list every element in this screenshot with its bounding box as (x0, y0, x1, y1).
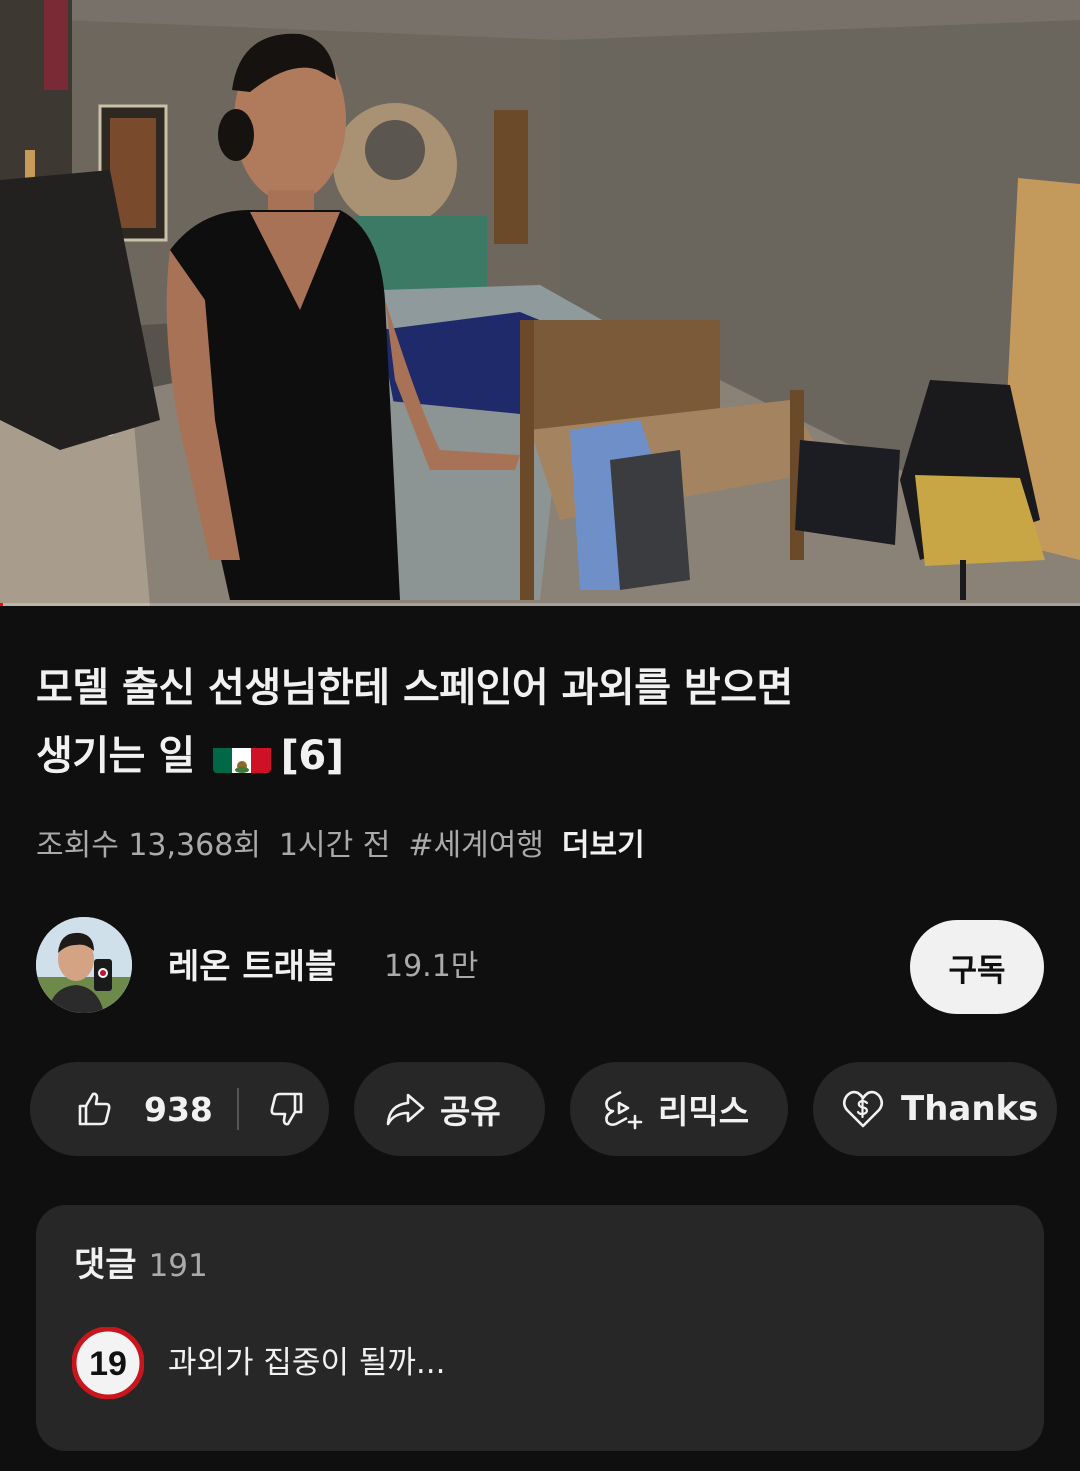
channel-avatar[interactable] (36, 917, 132, 1013)
video-meta[interactable]: 조회수 13,368회 1시간 전 #세계여행 더보기 (36, 826, 663, 866)
thanks-button[interactable]: Thanks (813, 1062, 1057, 1156)
channel-name[interactable]: 레온 트래블 (168, 945, 336, 989)
like-dislike-pill: 938 (30, 1062, 329, 1156)
progress-bar[interactable] (0, 603, 1080, 606)
video-title-line-2: 생기는 일 [6] (36, 722, 1036, 790)
more-button[interactable]: 더보기 (562, 828, 645, 863)
like-button[interactable]: 938 (74, 1089, 213, 1129)
remix-label: 리믹스 (658, 1092, 750, 1131)
subscribe-button[interactable]: 구독 (910, 920, 1044, 1014)
share-label: 공유 (440, 1092, 501, 1131)
subscriber-count: 19.1만 (384, 949, 479, 984)
hashtag-link[interactable]: #세계여행 (408, 828, 544, 863)
age-rating-badge-text: 19 (89, 1345, 127, 1383)
comments-label: 댓글 (74, 1245, 137, 1285)
mexico-flag-icon (212, 737, 271, 773)
video-title-line-1: 모델 출신 선생님한테 스페인어 과외를 받으면 (36, 665, 793, 711)
heart-dollar-icon (842, 1090, 884, 1128)
remix-button[interactable]: 리믹스 (570, 1062, 788, 1156)
commenter-avatar[interactable]: 19 (71, 1326, 145, 1400)
comments-panel[interactable]: 댓글 191 19 과외가 집중이 될까... (36, 1205, 1044, 1451)
progress-bar-fill (0, 603, 4, 606)
video-title[interactable]: 모델 출신 선생님한테 스페인어 과외를 받으면 생기는 일 [6] (36, 654, 1036, 790)
top-comment-text: 과외가 집중이 될까... (168, 1345, 446, 1381)
share-icon (386, 1093, 425, 1126)
like-divider (236, 1088, 239, 1130)
like-count: 938 (144, 1089, 213, 1129)
remix-icon (605, 1090, 643, 1130)
video-frame-image (0, 0, 1080, 606)
thumbs-up-icon (78, 1092, 111, 1126)
share-button[interactable]: 공유 (354, 1062, 545, 1156)
view-count: 조회수 13,368회 (36, 828, 261, 863)
thumbs-down-icon (270, 1092, 303, 1126)
upload-time: 1시간 전 (278, 828, 391, 863)
comments-count: 191 (148, 1248, 208, 1284)
thanks-label: Thanks (901, 1089, 1039, 1129)
comments-header: 댓글 191 (74, 1243, 208, 1288)
video-player[interactable] (0, 0, 1080, 606)
video-title-episode: [6] (280, 733, 344, 779)
dislike-button[interactable] (267, 1089, 307, 1129)
video-title-text: 생기는 일 (36, 733, 195, 779)
